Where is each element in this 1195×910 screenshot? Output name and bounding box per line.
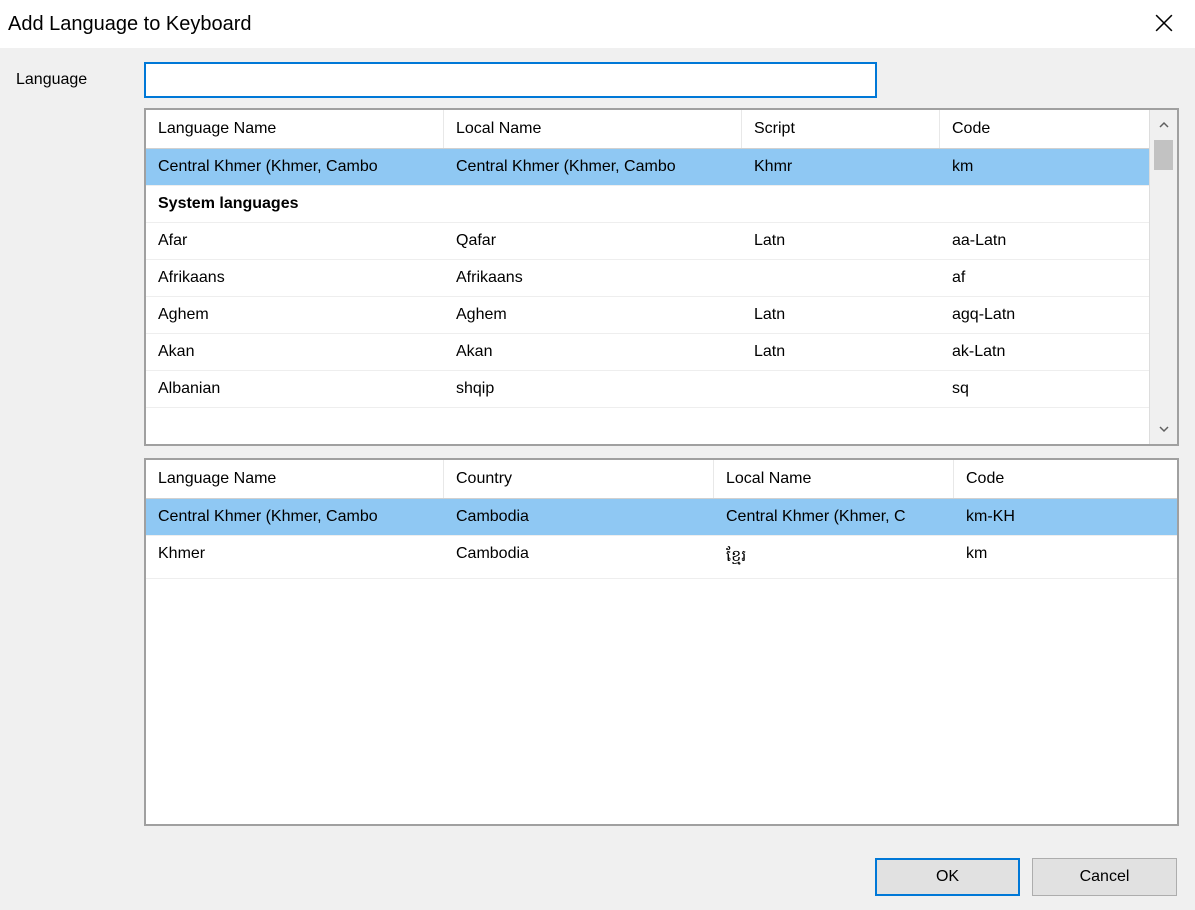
table-cell (742, 371, 940, 407)
dialog-buttons: OK Cancel (875, 858, 1177, 896)
table-row[interactable]: System languages (146, 186, 1177, 223)
table-cell: Aghem (146, 297, 444, 333)
table-cell: Central Khmer (Khmer, C (714, 499, 954, 535)
table-row[interactable]: KhmerCambodiaខ្មែរkm (146, 536, 1177, 579)
language-list-table: Language Name Local Name Script Code Cen… (144, 108, 1179, 446)
col-local-name[interactable]: Local Name (444, 110, 742, 148)
scroll-thumb[interactable] (1154, 140, 1173, 170)
table-row[interactable]: Central Khmer (Khmer, CamboCambodiaCentr… (146, 499, 1177, 536)
table-cell: Qafar (444, 223, 742, 259)
scroll-track[interactable] (1150, 140, 1177, 414)
titlebar: Add Language to Keyboard (0, 0, 1195, 48)
ok-button[interactable]: OK (875, 858, 1020, 896)
table-cell: Aghem (444, 297, 742, 333)
col-variant-code[interactable]: Code (954, 460, 1177, 498)
table-row[interactable]: AkanAkanLatnak-Latn (146, 334, 1177, 371)
table-cell: Cambodia (444, 536, 714, 578)
table-cell: ak-Latn (940, 334, 1177, 370)
table-row[interactable]: Central Khmer (Khmer, CamboCentral Khmer… (146, 149, 1177, 186)
table-cell: Afrikaans (146, 260, 444, 296)
close-icon (1155, 14, 1173, 32)
table-cell: km (940, 149, 1177, 185)
col-country[interactable]: Country (444, 460, 714, 498)
language-search-input[interactable] (144, 62, 877, 98)
dialog-body: Language Language Name Local Name Script… (0, 48, 1195, 826)
table-cell: shqip (444, 371, 742, 407)
table-cell: Khmer (146, 536, 444, 578)
col-variant-local-name[interactable]: Local Name (714, 460, 954, 498)
close-button[interactable] (1147, 10, 1181, 39)
col-code[interactable]: Code (940, 110, 1177, 148)
variant-grid: Language Name Country Local Name Code Ce… (146, 460, 1177, 579)
scroll-down-button[interactable] (1150, 414, 1177, 444)
scroll-up-button[interactable] (1150, 110, 1177, 140)
table-cell: Cambodia (444, 499, 714, 535)
table-cell: Latn (742, 223, 940, 259)
table-row[interactable]: AfarQafarLatnaa-Latn (146, 223, 1177, 260)
language-grid-header: Language Name Local Name Script Code (146, 110, 1177, 149)
add-language-dialog: Add Language to Keyboard Language Langua… (0, 0, 1195, 910)
table-row[interactable]: AfrikaansAfrikaans af (146, 260, 1177, 297)
table-cell: km-KH (954, 499, 1177, 535)
table-cell: aa-Latn (940, 223, 1177, 259)
table-cell: km (954, 536, 1177, 578)
table-cell: Afar (146, 223, 444, 259)
language-label: Language (16, 71, 126, 89)
table-cell: Afrikaans (444, 260, 742, 296)
variant-list-table: Language Name Country Local Name Code Ce… (144, 458, 1179, 826)
table-cell (444, 186, 742, 222)
language-grid-body: Central Khmer (Khmer, CamboCentral Khmer… (146, 149, 1177, 408)
cancel-button[interactable]: Cancel (1032, 858, 1177, 896)
table-cell: Akan (444, 334, 742, 370)
table-cell: Albanian (146, 371, 444, 407)
table-cell: sq (940, 371, 1177, 407)
table-row[interactable]: AghemAghemLatnagq-Latn (146, 297, 1177, 334)
col-language-name[interactable]: Language Name (146, 110, 444, 148)
chevron-down-icon (1159, 424, 1169, 434)
table-cell: af (940, 260, 1177, 296)
table-cell: Khmr (742, 149, 940, 185)
table-cell: Central Khmer (Khmer, Cambo (146, 499, 444, 535)
table-cell (742, 186, 940, 222)
chevron-up-icon (1159, 120, 1169, 130)
dialog-title: Add Language to Keyboard (8, 13, 252, 36)
language-grid: Language Name Local Name Script Code Cen… (146, 110, 1177, 408)
table-cell: Latn (742, 334, 940, 370)
col-script[interactable]: Script (742, 110, 940, 148)
table-cell: Latn (742, 297, 940, 333)
scrollbar[interactable] (1149, 110, 1177, 444)
language-input-row: Language (16, 62, 1179, 98)
table-cell (742, 260, 940, 296)
table-row[interactable]: Albanianshqip sq (146, 371, 1177, 408)
table-cell (940, 186, 1177, 222)
table-cell: ខ្មែរ (714, 536, 954, 578)
table-cell: Central Khmer (Khmer, Cambo (146, 149, 444, 185)
table-cell: Akan (146, 334, 444, 370)
variant-grid-body: Central Khmer (Khmer, CamboCambodiaCentr… (146, 499, 1177, 579)
table-cell: agq-Latn (940, 297, 1177, 333)
table-cell: System languages (146, 186, 444, 222)
variant-grid-header: Language Name Country Local Name Code (146, 460, 1177, 499)
col-variant-language-name[interactable]: Language Name (146, 460, 444, 498)
table-cell: Central Khmer (Khmer, Cambo (444, 149, 742, 185)
